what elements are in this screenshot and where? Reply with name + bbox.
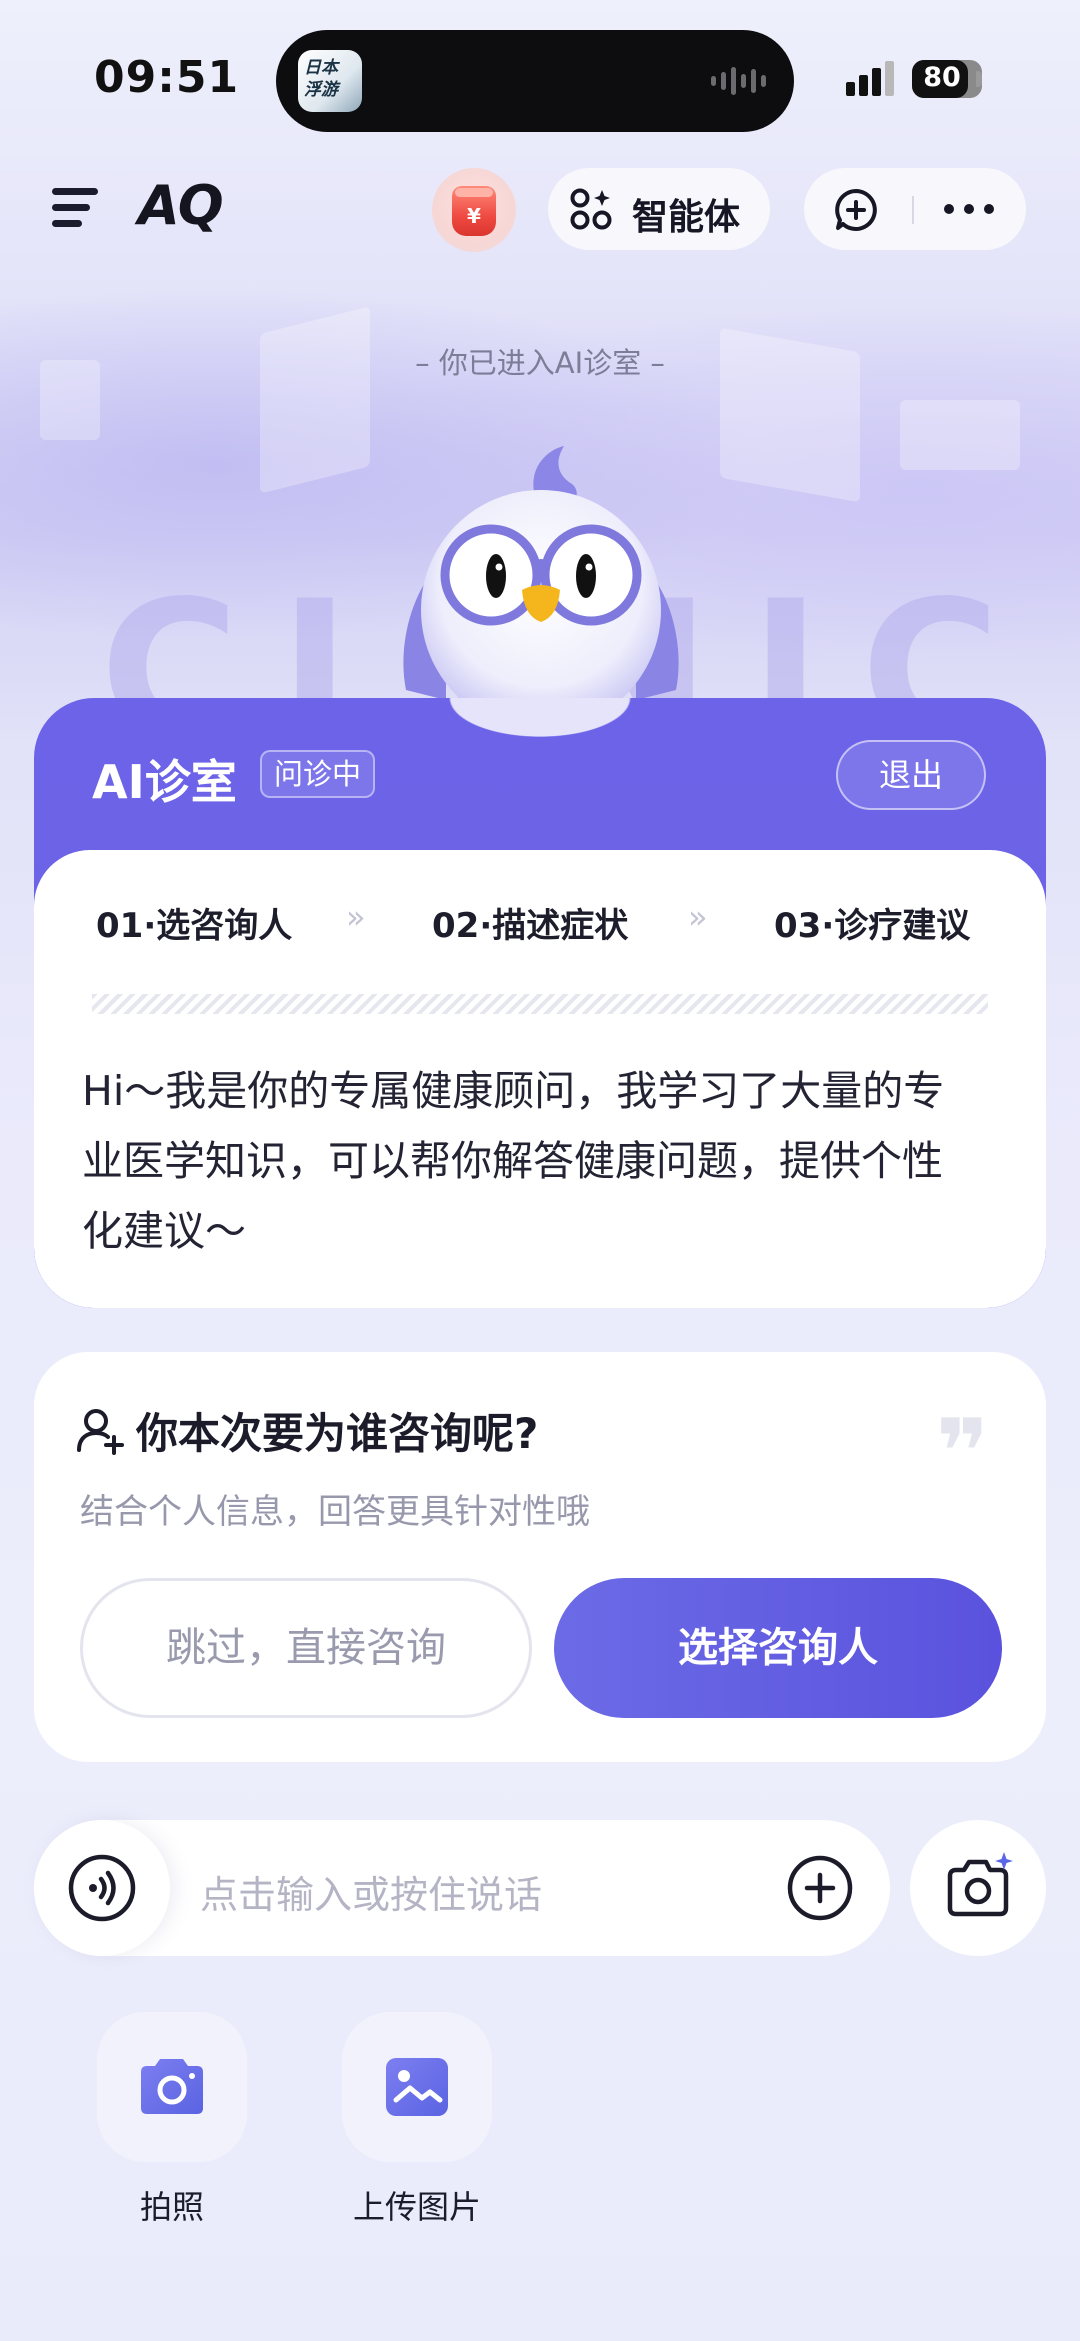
take-photo-tile[interactable] [97, 2012, 247, 2162]
exit-button[interactable]: 退出 [836, 740, 986, 810]
agent-label: 智能体 [632, 197, 741, 238]
status-badge: 问诊中 [260, 750, 376, 798]
agent-button[interactable]: 智能体 [548, 168, 770, 250]
skip-consult-button[interactable]: 跳过，直接咨询 [80, 1578, 532, 1718]
cellular-signal-icon [846, 61, 894, 96]
dynamic-island[interactable]: 日本 浮游 [276, 30, 794, 132]
progress-steps: 01·选咨询人 » 02·描述症状 » 03·诊疗建议 [34, 898, 1046, 948]
camera-sparkle-icon [947, 1852, 1013, 1917]
wallet-icon: ¥ [452, 186, 496, 236]
island-app-icon[interactable]: 日本 浮游 [298, 50, 362, 112]
assistant-intro: Hi～我是你的专属健康顾问，我学习了大量的专业医学知识，可以帮你解答健康问题，提… [82, 1067, 945, 1255]
voice-icon [68, 1854, 136, 1922]
input-placeholder[interactable]: 点击输入或按住说话 [200, 1864, 542, 1919]
upload-image-label: 上传图片 [352, 2188, 481, 2226]
step-1: 01·选咨询人 [96, 906, 293, 946]
top-right-actions [804, 168, 1026, 250]
island-app-text-line1: 日本 [304, 58, 338, 78]
entered-clinic-note: – 你已进入AI诊室 – [415, 346, 665, 380]
clinic-card: AI诊室 问诊中 退出 01·选咨询人 » 02·描述症状 » 03·诊疗建议 … [34, 698, 1046, 1308]
step-3: 03·诊疗建议 [774, 906, 971, 946]
clinic-body: 01·选咨询人 » 02·描述症状 » 03·诊疗建议 Hi～我是你的专属健康顾… [34, 850, 1046, 1308]
take-photo-label: 拍照 [139, 2188, 204, 2226]
battery-level: 80 [923, 62, 961, 93]
wallet-button[interactable]: ¥ [432, 168, 516, 252]
consult-subtitle: 结合个人信息，回答更具针对性哦 [80, 1492, 590, 1532]
island-app-text-line2: 浮游 [304, 80, 338, 100]
mascot-notch [400, 698, 680, 758]
consult-card: 你本次要为谁咨询呢? ❞ 结合个人信息，回答更具针对性哦 跳过，直接咨询 选择咨… [34, 1352, 1046, 1762]
owl-mascot-icon [403, 446, 679, 710]
more-icon[interactable] [944, 202, 994, 216]
choose-consultee-button[interactable]: 选择咨询人 [554, 1578, 1002, 1718]
status-bar: 09:51 日本 浮游 80 [0, 0, 1080, 150]
app-logo: AQ [138, 174, 224, 237]
add-person-icon [77, 1409, 124, 1455]
pill-divider [912, 196, 914, 224]
wallet-yen-symbol: ¥ [467, 204, 481, 228]
hatched-divider [92, 994, 988, 1014]
step-separator-icon: » [688, 898, 707, 936]
battery-cap [976, 71, 982, 87]
quote-icon: ❞ [936, 1400, 989, 1505]
clock: 09:51 [94, 52, 240, 103]
image-icon [386, 2058, 448, 2116]
voice-input-button[interactable] [34, 1820, 170, 1956]
clinic-title: AI诊室 [92, 755, 237, 809]
agent-grid-icon [570, 188, 612, 230]
battery-icon: 80 [912, 60, 982, 98]
add-attachment-icon[interactable] [786, 1854, 854, 1922]
menu-icon[interactable] [52, 186, 102, 230]
audio-wave-icon [711, 64, 766, 98]
upload-image-tile[interactable] [342, 2012, 492, 2162]
step-separator-icon: » [346, 898, 365, 936]
consult-question: 你本次要为谁咨询呢? [136, 1409, 539, 1458]
camera-icon [141, 2059, 203, 2114]
step-2: 02·描述症状 [432, 906, 629, 946]
new-chat-icon[interactable] [834, 188, 878, 232]
chat-input-bar[interactable]: 点击输入或按住说话 [34, 1820, 890, 1956]
smart-camera-button[interactable] [910, 1820, 1046, 1956]
